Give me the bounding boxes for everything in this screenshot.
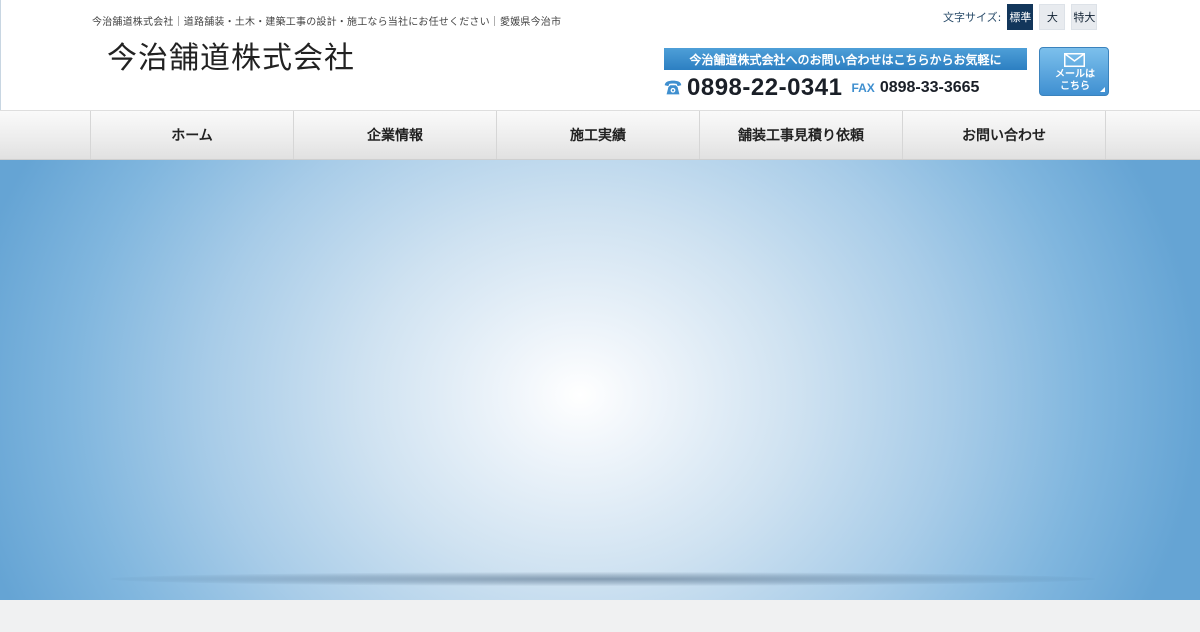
nav-item-home[interactable]: ホーム [91, 111, 294, 159]
content-area [0, 600, 1200, 632]
header: 今治舗道株式会社｜道路舗装・土木・建築工事の設計・施工なら当社にお任せください｜… [0, 0, 1200, 110]
page: 今治舗道株式会社｜道路舗装・土木・建築工事の設計・施工なら当社にお任せください｜… [0, 0, 1200, 632]
fax-label: FAX [851, 81, 875, 95]
font-size-switcher: 文字サイズ: 標準 大 特大 [943, 4, 1103, 30]
envelope-icon [1064, 53, 1085, 67]
contact-phone-row: 0898-22-0341 FAX 0898-33-3665 [662, 74, 979, 102]
nav-items: ホーム 企業情報 施工実績 舗装工事見積り依頼 お問い合わせ [90, 111, 1106, 159]
global-nav: ホーム 企業情報 施工実績 舗装工事見積り依頼 お問い合わせ [0, 110, 1200, 160]
hero-banner [0, 160, 1200, 600]
contact-banner: 今治舗道株式会社へのお問い合わせはこちらからお気軽に [664, 48, 1027, 70]
phone-number[interactable]: 0898-22-0341 [687, 74, 842, 102]
telephone-icon [664, 80, 682, 95]
font-size-large-button[interactable]: 大 [1039, 4, 1066, 30]
nav-item-estimate[interactable]: 舗装工事見積り依頼 [700, 111, 903, 159]
site-logo-title[interactable]: 今治舗道株式会社 [107, 44, 355, 74]
font-size-label: 文字サイズ: [943, 11, 1002, 24]
site-tagline: 今治舗道株式会社｜道路舗装・土木・建築工事の設計・施工なら当社にお任せください｜… [92, 17, 562, 28]
hero-shadow [110, 572, 1095, 586]
nav-item-works[interactable]: 施工実績 [497, 111, 700, 159]
font-size-standard-button[interactable]: 標準 [1007, 4, 1034, 30]
nav-item-company[interactable]: 企業情報 [294, 111, 497, 159]
corner-arrow-icon [1100, 87, 1105, 92]
font-size-xlarge-button[interactable]: 特大 [1071, 4, 1098, 30]
mail-contact-button[interactable]: メールは こちら [1039, 47, 1109, 96]
fax-number: 0898-33-3665 [879, 79, 980, 96]
nav-item-contact[interactable]: お問い合わせ [903, 111, 1106, 159]
